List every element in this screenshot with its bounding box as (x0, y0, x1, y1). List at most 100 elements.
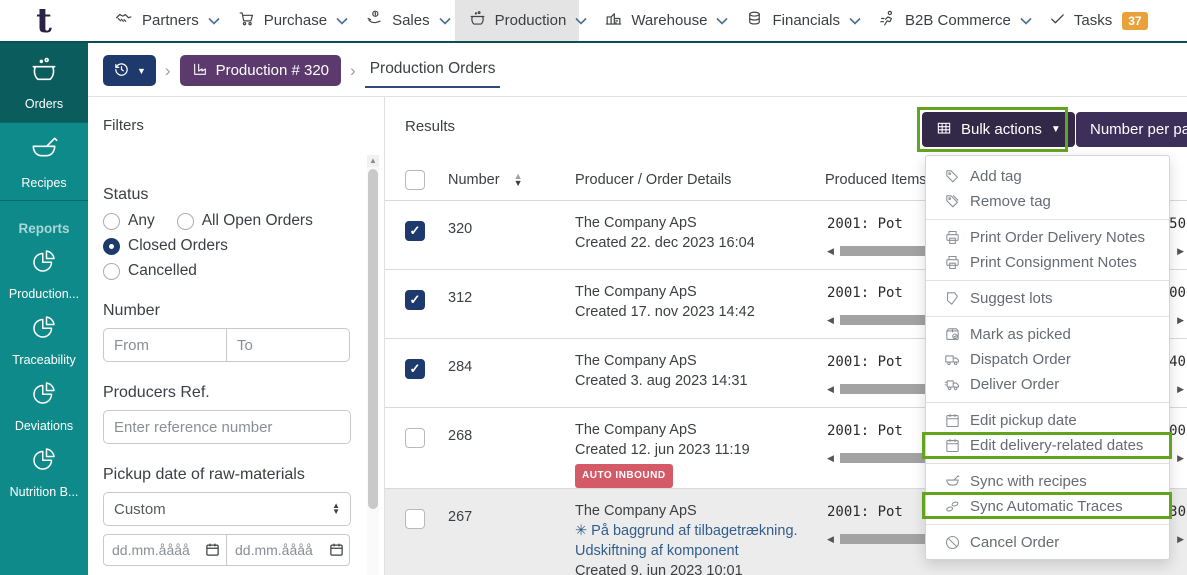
app-logo[interactable]: t (0, 2, 88, 40)
history-back-button[interactable]: ▼ (103, 55, 156, 86)
calendar-icon[interactable] (205, 542, 220, 557)
results-title: Results (405, 118, 456, 135)
radio-any[interactable]: Any (103, 212, 155, 230)
producers-ref-input[interactable] (103, 410, 351, 444)
nav-item-sales[interactable]: Sales (352, 0, 443, 41)
scroll-right-arrow-icon[interactable]: ▶ (1177, 534, 1184, 545)
chevron-down-icon[interactable] (849, 17, 861, 25)
sidebar-item-recipes[interactable]: Recipes (0, 123, 88, 200)
number-from-input[interactable] (103, 328, 227, 362)
nav-item-purchase[interactable]: Purchase (224, 0, 340, 41)
scroll-right-arrow-icon[interactable]: ▶ (1177, 246, 1184, 257)
scroll-up-arrow-icon[interactable]: ▲ (367, 155, 379, 167)
order-note: ✳ På baggrund af tilbagetrækning. (575, 523, 798, 539)
scroll-left-arrow-icon[interactable]: ◀ (827, 384, 834, 395)
menu-item-print-order-delivery-notes[interactable]: Print Order Delivery Notes (926, 225, 1169, 250)
scroll-left-arrow-icon[interactable]: ◀ (827, 453, 834, 464)
box-check-icon (946, 328, 959, 340)
produced-item-qty: 50 (1169, 216, 1186, 232)
bulk-actions-button[interactable]: Bulk actions ▼ (922, 112, 1075, 147)
sidebar-item-deviations-report[interactable]: Deviations (0, 372, 88, 438)
sidebar-item-traceability-report[interactable]: Traceability (0, 306, 88, 372)
filters-panel: Filters Status Any All Open Orders Close… (88, 97, 385, 575)
chevron-down-icon[interactable] (575, 17, 587, 25)
scroll-left-arrow-icon[interactable]: ◀ (827, 246, 834, 257)
created-timestamp: Created 3. aug 2023 14:31 (575, 373, 748, 389)
pie-chart-icon (29, 444, 59, 479)
breadcrumb-separator: › (350, 60, 356, 80)
scroll-right-arrow-icon[interactable]: ▶ (1177, 453, 1184, 464)
breadcrumb-production-320[interactable]: Production # 320 (179, 55, 342, 86)
row-checkbox[interactable]: ✓ (405, 221, 425, 241)
main-nav: Partners Purchase Sales Production Wareh… (102, 0, 1161, 41)
mortar-icon (28, 133, 60, 170)
company-name: The Company ApS (575, 503, 697, 519)
sidebar-item-orders[interactable]: Orders (0, 43, 88, 122)
select-all-checkbox[interactable] (405, 170, 425, 190)
scroll-left-arrow-icon[interactable]: ◀ (827, 315, 834, 326)
printer-icon (946, 255, 959, 270)
scrollbar-thumb[interactable] (368, 169, 378, 509)
produced-item-text: 2001: Pot (827, 423, 903, 439)
calendar-icon[interactable] (329, 542, 344, 557)
company-name: The Company ApS (575, 353, 697, 369)
left-sidebar: Orders Recipes Reports Production... Tra… (0, 43, 88, 575)
coins-icon (745, 9, 764, 32)
breadcrumb-current-page[interactable]: Production Orders (364, 54, 501, 88)
cart-icon (237, 9, 256, 32)
row-checkbox[interactable]: ✓ (405, 290, 425, 310)
produced-item-qty: 30 (1169, 504, 1186, 520)
chevron-down-icon[interactable] (208, 17, 220, 25)
menu-item-edit-pickup-date[interactable]: Edit pickup date (926, 408, 1169, 433)
pot-icon (468, 9, 487, 32)
row-checkbox[interactable] (405, 509, 425, 529)
menu-item-sync-automatic-traces[interactable]: Sync Automatic Traces (926, 494, 1169, 519)
menu-item-mark-as-picked[interactable]: Mark as picked (926, 322, 1169, 347)
chevron-down-icon[interactable] (1020, 17, 1032, 25)
filters-scrollbar[interactable]: ▲ (367, 155, 379, 575)
menu-item-cancel-order[interactable]: Cancel Order (926, 530, 1169, 555)
number-to-input[interactable] (226, 328, 350, 362)
filters-title: Filters (103, 117, 144, 134)
chevron-down-icon[interactable] (439, 17, 451, 25)
menu-item-dispatch-order[interactable]: Dispatch Order (926, 347, 1169, 372)
nav-item-warehouse[interactable]: Warehouse (591, 0, 720, 41)
scroll-right-arrow-icon[interactable]: ▶ (1177, 384, 1184, 395)
row-checkbox[interactable]: ✓ (405, 359, 425, 379)
radio-all-open-orders[interactable]: All Open Orders (176, 212, 313, 230)
row-checkbox[interactable] (405, 428, 425, 448)
nav-item-financials[interactable]: Financials (732, 0, 853, 41)
sort-icon[interactable]: ▲ ▼ (514, 172, 523, 188)
chevron-down-icon[interactable] (336, 17, 348, 25)
hand-coin-icon (365, 9, 384, 32)
nav-item-b2b-commerce[interactable]: B2B Commerce (865, 0, 1024, 41)
menu-item-add-tag[interactable]: Add tag (926, 164, 1169, 189)
sidebar-item-nutrition-report[interactable]: Nutrition B... (0, 438, 88, 504)
scroll-left-arrow-icon[interactable]: ◀ (827, 534, 834, 545)
auto-inbound-badge: AUTO INBOUND (575, 464, 673, 488)
menu-item-remove-tag[interactable]: Remove tag (926, 189, 1169, 214)
created-timestamp: Created 17. nov 2023 14:42 (575, 304, 755, 320)
caret-down-icon: ▼ (1050, 124, 1061, 135)
radio-cancelled[interactable]: Cancelled (103, 262, 197, 280)
nav-item-partners[interactable]: Partners (102, 0, 212, 41)
radio-closed-orders[interactable]: Closed Orders (103, 237, 228, 255)
pickup-date-range-select[interactable]: Custom ▲ ▼ (103, 492, 351, 526)
truck-icon (945, 355, 960, 366)
menu-divider (926, 524, 1169, 525)
menu-item-edit-delivery-related-dates[interactable]: Edit delivery-related dates (926, 433, 1169, 458)
menu-item-suggest-lots[interactable]: Suggest lots (926, 286, 1169, 311)
column-header-number[interactable]: Number (448, 172, 500, 188)
menu-item-print-consignment-notes[interactable]: Print Consignment Notes (926, 250, 1169, 275)
radio-icon (103, 212, 120, 230)
nav-item-tasks[interactable]: Tasks 37 (1036, 0, 1161, 41)
scroll-right-arrow-icon[interactable]: ▶ (1177, 315, 1184, 326)
number-per-page-button[interactable]: Number per page (1076, 112, 1187, 147)
sidebar-item-production-report[interactable]: Production... (0, 240, 88, 306)
created-timestamp: Created 12. jun 2023 11:19 (575, 442, 750, 458)
radio-icon (176, 212, 194, 230)
menu-item-deliver-order[interactable]: Deliver Order (926, 372, 1169, 397)
menu-item-sync-with-recipes[interactable]: Sync with recipes (926, 469, 1169, 494)
nav-item-production[interactable]: Production (454, 0, 580, 41)
chevron-down-icon[interactable] (716, 17, 729, 25)
